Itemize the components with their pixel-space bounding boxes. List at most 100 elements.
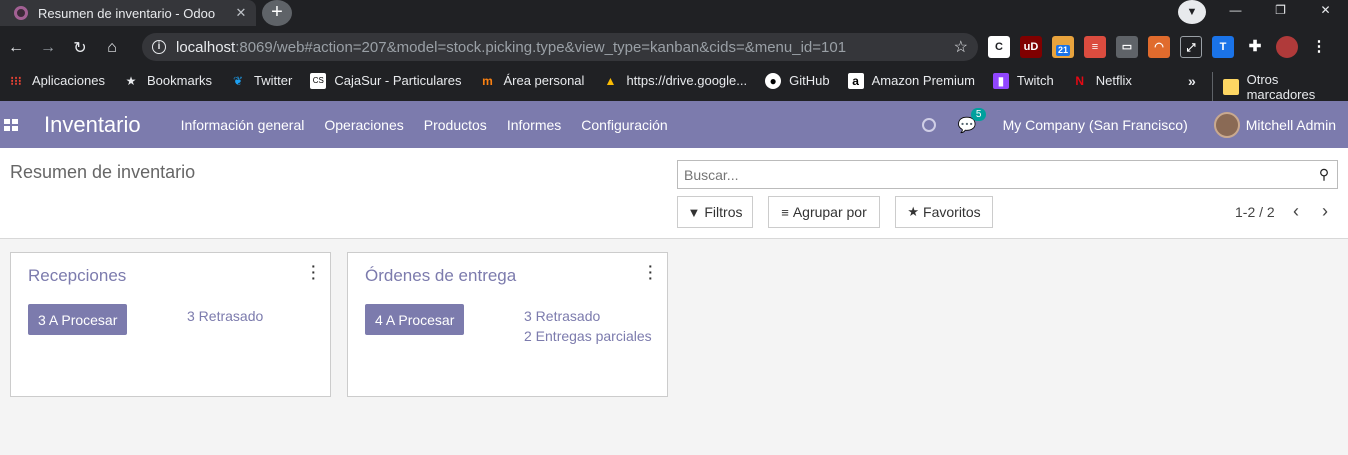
menu-informes[interactable]: Informes <box>507 117 561 133</box>
backorders-link[interactable]: 2 Entregas parciales <box>524 326 652 346</box>
site-info-icon[interactable]: i <box>152 40 166 54</box>
new-tab-button[interactable]: + <box>262 0 292 26</box>
reload-icon[interactable]: ↻ <box>64 38 96 58</box>
favorites-button[interactable]: ★ Favoritos <box>895 196 993 228</box>
search-icon[interactable]: ⚲ <box>1311 166 1337 183</box>
pager-previous-icon[interactable]: ‹ <box>1293 201 1299 222</box>
bookmark-github[interactable]: ● GitHub <box>765 72 830 89</box>
card-title[interactable]: Recepciones <box>28 266 126 286</box>
app-menu-icon[interactable] <box>4 118 18 131</box>
profile-avatar-icon[interactable] <box>1276 36 1298 58</box>
bookmark-label: Amazon Premium <box>871 73 975 88</box>
card-dropdown-icon[interactable]: · · · <box>648 259 653 285</box>
bookmarks-bar: ⁝⁝⁝ Aplicaciones ★ Bookmarks ❦ Twitter CS Ca… <box>0 64 1348 102</box>
netflix-icon: N <box>1075 73 1085 88</box>
user-avatar[interactable] <box>1213 111 1240 138</box>
page-title: Resumen de inventario <box>10 162 196 182</box>
user-menu[interactable]: Mitchell Admin <box>1246 117 1336 133</box>
bookmark-area-personal[interactable]: m Área personal <box>479 73 584 89</box>
star-icon: ★ <box>907 204 920 219</box>
address-bar[interactable]: i localhost :8069/web#action=207&model=s… <box>142 33 978 61</box>
group-by-label: Agrupar por <box>792 204 867 220</box>
bookmark-twitter[interactable]: ❦ Twitter <box>230 73 292 89</box>
menu-configuracion[interactable]: Configuración <box>581 117 667 133</box>
star-icon: ★ <box>125 73 137 88</box>
screenshot-extension-icon[interactable]: ⤢ <box>1180 36 1202 58</box>
cookie-extension-icon[interactable]: C <box>988 36 1010 58</box>
back-icon[interactable]: ← <box>0 39 32 57</box>
bookmark-netflix[interactable]: N Netflix <box>1072 73 1131 89</box>
bookmark-label: Bookmarks <box>147 73 213 88</box>
other-bookmarks[interactable]: Otros marcadores <box>1212 72 1348 102</box>
odoo-navbar: Inventario Información general Operacion… <box>0 101 1348 148</box>
github-icon: ● <box>765 72 782 89</box>
ublock-icon[interactable]: uD <box>1020 36 1042 58</box>
cajasur-icon: CS <box>310 72 327 89</box>
group-by-button[interactable]: ≡ Agrupar por <box>768 196 880 228</box>
bookmarks-overflow-icon[interactable]: » <box>1188 73 1196 89</box>
headphones-extension-icon[interactable]: ◠ <box>1148 36 1170 58</box>
twitch-icon: ▮ <box>992 72 1009 89</box>
minimize-icon[interactable]: — <box>1213 0 1258 22</box>
bookmark-label: https://drive.google... <box>626 73 748 88</box>
bookmark-label: Twitter <box>254 73 293 88</box>
moodle-icon: m <box>482 73 493 88</box>
bookmark-label: Twitch <box>1016 73 1054 88</box>
late-link[interactable]: 3 Retrasado <box>187 306 263 326</box>
bookmark-star-icon[interactable]: ☆ <box>954 37 968 57</box>
to-process-button[interactable]: 4 A Procesar <box>365 304 465 335</box>
card-links: 3 Retrasado 2 Entregas parciales <box>524 306 652 346</box>
pager-next-icon[interactable]: › <box>1322 201 1328 222</box>
extensions-puzzle-icon[interactable]: ✚ <box>1244 36 1266 58</box>
activity-clock-icon[interactable] <box>921 117 936 132</box>
bookmark-bookmarks[interactable]: ★ Bookmarks <box>123 73 212 89</box>
bookmark-label: GitHub <box>789 73 830 88</box>
search-bar[interactable]: ⚲ <box>677 160 1338 189</box>
forward-icon[interactable]: → <box>32 39 64 57</box>
translate-extension-icon[interactable]: T <box>1212 36 1234 58</box>
tab-close-icon[interactable]: ✕ <box>232 5 250 21</box>
home-icon[interactable]: ⌂ <box>96 39 128 57</box>
printer-extension-icon[interactable]: ▭ <box>1116 36 1138 58</box>
company-switcher[interactable]: My Company (San Francisco) <box>1003 117 1188 133</box>
kanban-card-recepciones: Recepciones · · · 3 A Procesar 3 Retrasado <box>10 252 331 397</box>
pager-value[interactable]: 1-2 / 2 <box>1235 204 1275 220</box>
bookmark-label: Área personal <box>503 73 585 88</box>
bookmark-drive[interactable]: ▲ https://drive.google... <box>602 73 747 89</box>
extensions-area: C uD 21 ≡ ▭ ◠ ⤢ T ✚ ⋮ <box>988 36 1330 58</box>
menu-operaciones[interactable]: Operaciones <box>324 117 403 133</box>
close-window-icon[interactable]: ✕ <box>1303 0 1348 22</box>
browser-menu-icon[interactable]: ⋮ <box>1308 36 1330 58</box>
url-path: :8069/web#action=207&model=stock.picking… <box>235 38 847 56</box>
late-link[interactable]: 3 Retrasado <box>524 306 652 326</box>
amazon-icon: a <box>847 72 864 89</box>
card-title[interactable]: Órdenes de entrega <box>365 266 516 286</box>
todoist-icon[interactable]: ≡ <box>1084 36 1106 58</box>
bookmark-cajasur[interactable]: CS CajaSur - Particulares <box>310 72 461 89</box>
restore-icon[interactable]: ❐ <box>1258 0 1303 22</box>
bookmark-aplicaciones[interactable]: ⁝⁝⁝ Aplicaciones <box>8 73 105 89</box>
bookmark-label: Aplicaciones <box>32 73 105 88</box>
card-links: 3 Retrasado <box>187 306 263 326</box>
browser-tab[interactable]: Resumen de inventario - Odoo ✕ <box>0 0 256 26</box>
other-bookmarks-label: Otros marcadores <box>1246 72 1316 102</box>
drive-icon: ▲ <box>604 73 617 88</box>
bookmark-amazon[interactable]: a Amazon Premium <box>847 72 975 89</box>
window-controls: — ❐ ✕ <box>1213 0 1348 22</box>
control-panel: Resumen de inventario ⚲ ▼Filtros ≡Agrupa… <box>0 148 1348 239</box>
tab-search-icon[interactable]: ▼ <box>1178 0 1206 24</box>
list-icon: ≡ <box>781 204 789 220</box>
app-brand[interactable]: Inventario <box>44 112 141 138</box>
kanban-card-ordenes-de-entrega: Órdenes de entrega · · · 4 A Procesar 3 Re… <box>347 252 668 397</box>
bookmark-twitch[interactable]: ▮ Twitch <box>992 72 1054 89</box>
messaging-icon[interactable]: 💬 5 <box>958 107 987 134</box>
card-dropdown-icon[interactable]: · · · <box>311 259 316 285</box>
filters-button[interactable]: ▼ Filtros <box>677 196 753 228</box>
to-process-button[interactable]: 3 A Procesar <box>28 304 128 335</box>
menu-productos[interactable]: Productos <box>424 117 487 133</box>
url-host: localhost <box>176 38 236 56</box>
menu-informacion-general[interactable]: Información general <box>181 117 305 133</box>
search-input[interactable] <box>684 166 1311 183</box>
calendar-extension-icon[interactable]: 21 <box>1052 36 1074 58</box>
favorites-label: Favoritos <box>923 204 981 220</box>
